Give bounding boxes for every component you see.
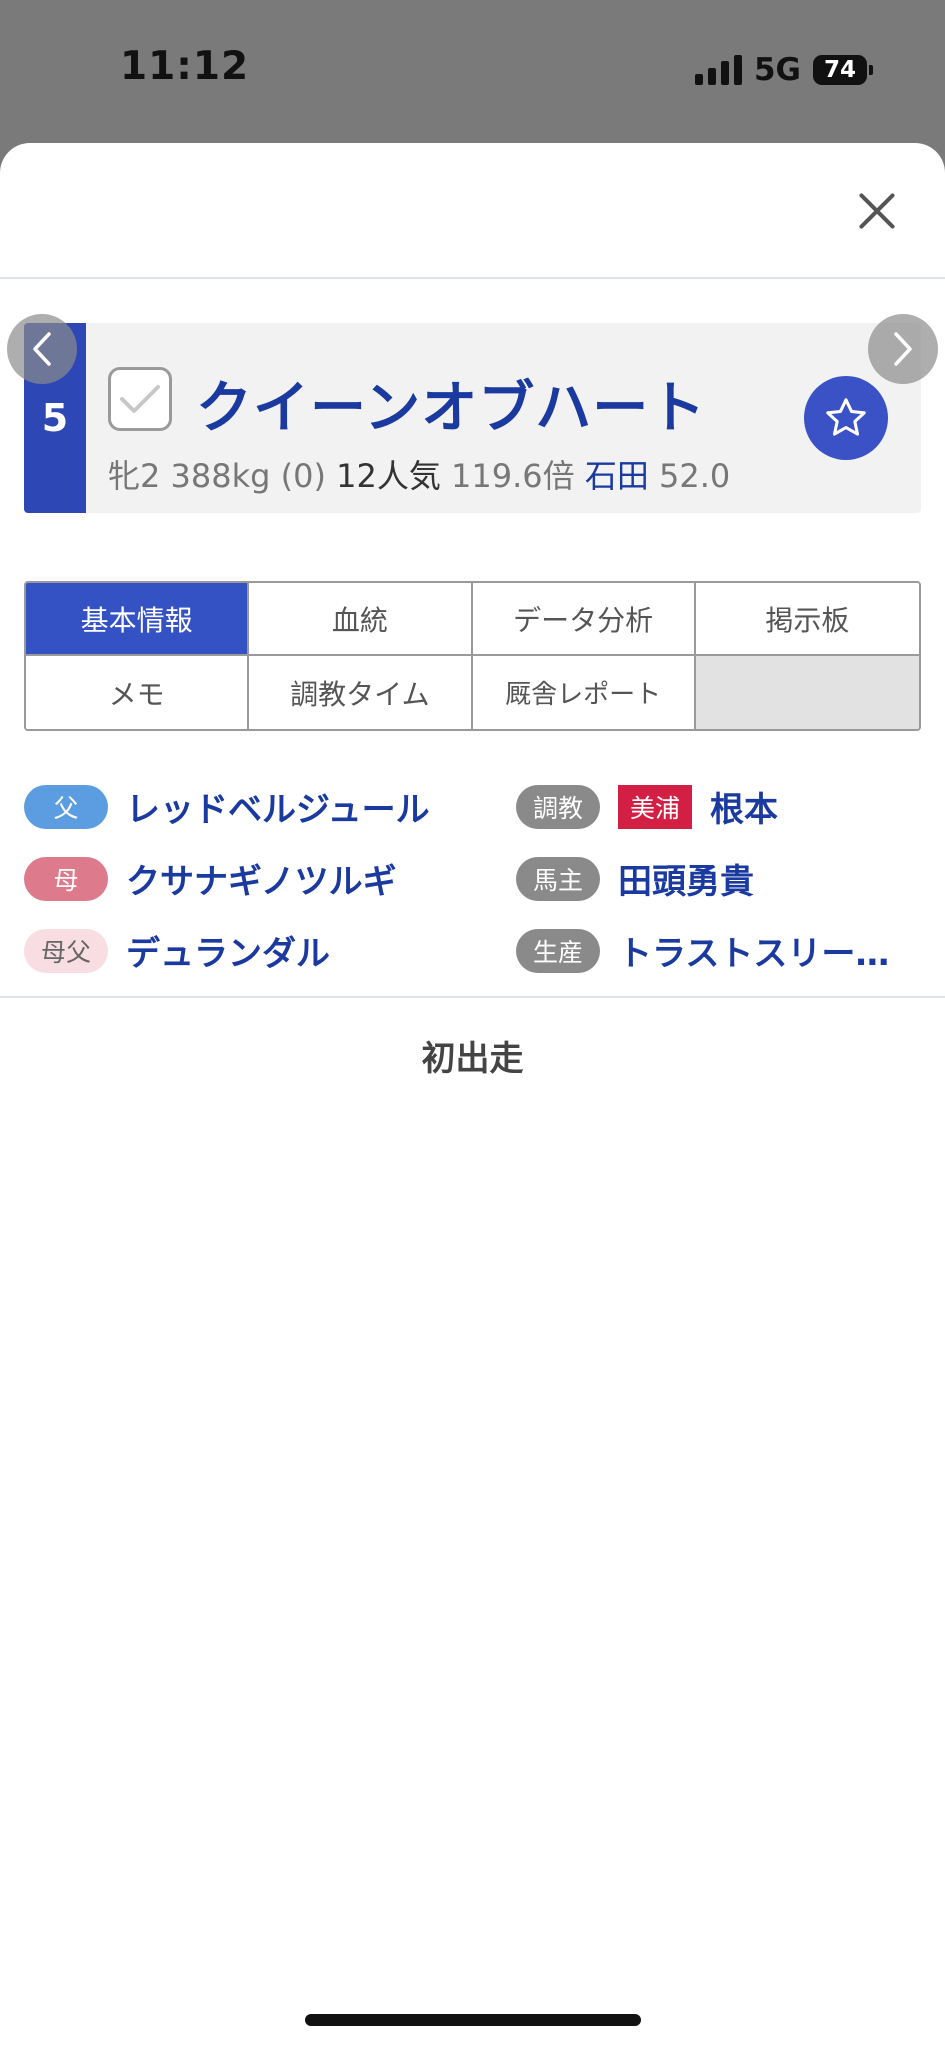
- check-icon: [120, 385, 160, 413]
- info-tabs: 基本情報 血統 データ分析 掲示板 メモ 調教タイム 厩舎レポート: [24, 581, 921, 731]
- mother-link[interactable]: クサナギノツルギ: [126, 854, 397, 903]
- divider: [0, 277, 945, 279]
- tab-empty: [695, 656, 919, 729]
- star-icon: [826, 398, 866, 436]
- status-icons: 5G 74: [694, 52, 873, 88]
- network-type: 5G: [753, 52, 801, 88]
- status-time: 11:12: [120, 44, 250, 89]
- father-row: 父 レッドベルジュール: [24, 782, 430, 831]
- tab-bulletin-board[interactable]: 掲示板: [695, 583, 919, 656]
- body-weight: 388kg (0): [170, 457, 326, 495]
- tab-training-time[interactable]: 調教タイム: [249, 656, 473, 729]
- father-link[interactable]: レッドベルジュール: [126, 782, 430, 831]
- mothers-father-label: 母父: [24, 928, 108, 973]
- close-button[interactable]: [853, 187, 901, 235]
- father-label: 父: [24, 784, 108, 829]
- tab-basic-info[interactable]: 基本情報: [26, 583, 250, 656]
- trainer-region-badge: 美浦: [618, 784, 693, 829]
- jockey-weight: 52.0: [659, 457, 731, 495]
- tab-memo[interactable]: メモ: [26, 656, 250, 729]
- owner-row: 馬主 田頭勇貴: [516, 854, 754, 903]
- sex-age: 牝2: [108, 457, 161, 495]
- tab-pedigree[interactable]: 血統: [249, 583, 473, 656]
- horse-name[interactable]: クイーンオブハート: [196, 363, 706, 444]
- prev-horse-button[interactable]: [7, 314, 77, 384]
- chevron-right-icon: [894, 332, 912, 366]
- trainer-link[interactable]: 根本: [710, 782, 778, 831]
- first-run-message: 初出走: [421, 1039, 524, 1079]
- select-checkbox[interactable]: [108, 367, 172, 431]
- breeder-label: 生産: [516, 928, 600, 973]
- horse-card: 5 クイーンオブハート 牝2 388kg (0) 12人気 119.6倍 石田 …: [24, 323, 921, 513]
- owner-label: 馬主: [516, 856, 600, 901]
- breeder-row: 生産 トラストスリー…: [516, 926, 889, 975]
- favorite-button[interactable]: [804, 376, 888, 460]
- tab-data-analysis[interactable]: データ分析: [472, 583, 696, 656]
- chevron-left-icon: [33, 332, 51, 366]
- popularity: 12人気: [336, 457, 441, 495]
- trainer-row: 調教 美浦 根本: [516, 782, 778, 831]
- home-indicator[interactable]: [305, 2014, 641, 2026]
- mother-label: 母: [24, 856, 108, 901]
- battery-icon: 74: [813, 55, 873, 85]
- tab-stable-report[interactable]: 厩舎レポート: [472, 656, 696, 729]
- trainer-label: 調教: [516, 784, 600, 829]
- mothers-father-link[interactable]: デュランダル: [126, 926, 330, 975]
- signal-icon: [694, 55, 742, 85]
- status-bar: 11:12 5G 74: [0, 0, 945, 143]
- mothers-father-row: 母父 デュランダル: [24, 926, 330, 975]
- mother-row: 母 クサナギノツルギ: [24, 854, 397, 903]
- horse-detail-sheet: 5 クイーンオブハート 牝2 388kg (0) 12人気 119.6倍 石田 …: [0, 143, 945, 2048]
- divider: [0, 996, 945, 998]
- horse-info: 牝2 388kg (0) 12人気 119.6倍 石田 52.0: [108, 451, 730, 497]
- next-horse-button[interactable]: [868, 314, 938, 384]
- odds: 119.6倍: [451, 457, 575, 495]
- breeder-link[interactable]: トラストスリー…: [618, 926, 889, 975]
- jockey-link[interactable]: 石田: [585, 457, 649, 495]
- owner-link[interactable]: 田頭勇貴: [618, 854, 754, 903]
